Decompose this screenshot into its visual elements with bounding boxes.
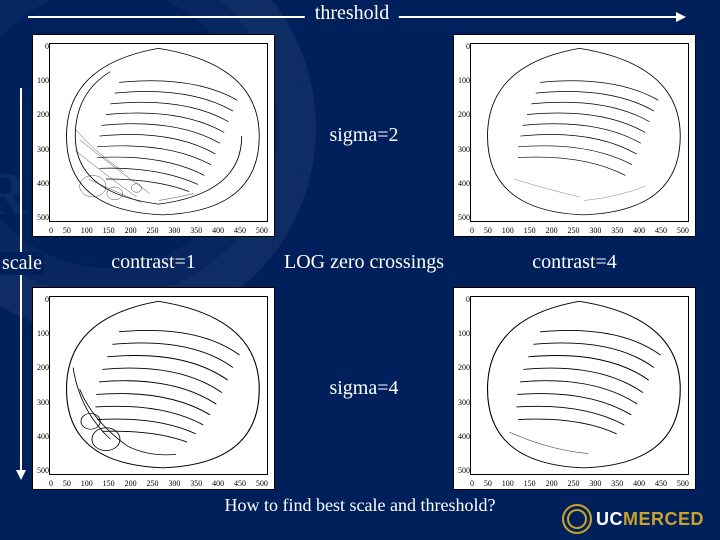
ucmerced-logo: UCMERCED	[562, 504, 704, 534]
arrow-right-icon	[676, 12, 686, 22]
figure-sigma4-contrast1: 5004003002001000 05010015020025030035040…	[32, 287, 275, 490]
center-title: LOG zero crossings	[279, 237, 449, 287]
edge-map-icon	[470, 296, 689, 475]
scale-axis	[20, 88, 22, 470]
edge-map-icon	[49, 43, 268, 222]
edge-map-icon	[49, 296, 268, 475]
contrast1-text: contrast=1	[111, 251, 196, 274]
logo-merced: MERCED	[623, 509, 704, 529]
slide: ERCED threshold scale	[0, 0, 720, 540]
sigma-label-bottom: sigma=4	[279, 287, 449, 490]
seal-icon	[562, 504, 592, 534]
contrast4-text: contrast=4	[532, 251, 617, 274]
contrast-right-label: contrast=4	[453, 237, 696, 287]
sigma4-text: sigma=4	[329, 377, 398, 400]
figure-sigma2-contrast1: 5004003002001000 05010015020025030035040…	[32, 34, 275, 237]
edge-map-icon	[470, 43, 689, 222]
center-text: LOG zero crossings	[284, 251, 444, 274]
arrow-down-icon	[16, 470, 26, 480]
threshold-axis: threshold	[28, 16, 676, 18]
figure-grid: 5004003002001000 05010015020025030035040…	[32, 34, 696, 490]
sigma2-text: sigma=2	[329, 124, 398, 147]
threshold-axis-label: threshold	[305, 2, 399, 25]
sigma-label-top: sigma=2	[279, 34, 449, 237]
figure-sigma4-contrast4: 5004003002001000 05010015020025030035040…	[453, 287, 696, 490]
contrast-left-label: contrast=1	[32, 237, 275, 287]
figure-sigma2-contrast4: 5004003002001000 05010015020025030035040…	[453, 34, 696, 237]
logo-uc: UC	[596, 509, 623, 529]
